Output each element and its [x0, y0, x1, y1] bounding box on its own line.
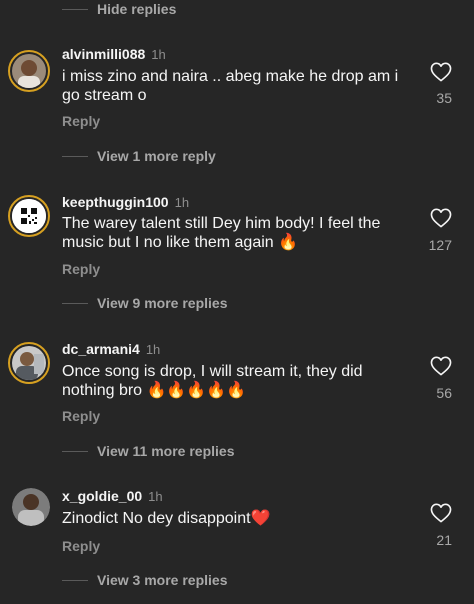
comment-time: 1h: [148, 489, 163, 504]
comment-text: The warey talent still Dey him body! I f…: [62, 215, 381, 251]
comment-text: Zinodict No dey disappoint❤️: [62, 510, 271, 527]
comment-text: Once song is drop, I will stream it, the…: [62, 363, 363, 399]
comment-time: 1h: [174, 195, 190, 210]
comment-username[interactable]: dc_armani4: [62, 341, 140, 357]
comment-time: 1h: [151, 47, 166, 62]
reply-button[interactable]: Reply: [62, 113, 100, 129]
heart-outline-icon[interactable]: [430, 503, 452, 523]
heart-outline-icon[interactable]: [430, 208, 452, 228]
comment-username[interactable]: x_goldie_00: [62, 488, 142, 504]
reply-button[interactable]: Reply: [62, 408, 100, 424]
reply-button[interactable]: Reply: [62, 261, 100, 277]
like-count: 35: [436, 90, 452, 106]
heart-outline-icon[interactable]: [430, 356, 452, 376]
view-more-replies-label: View 9 more replies: [97, 295, 228, 311]
comment-text: i miss zino and naira .. abeg make he dr…: [62, 68, 399, 104]
view-more-replies-label: View 3 more replies: [97, 572, 228, 588]
view-more-replies-button[interactable]: View 3 more replies: [62, 571, 227, 589]
comment-username[interactable]: keepthuggin100: [62, 194, 169, 210]
avatar-image: [12, 199, 46, 233]
avatar-image: [12, 346, 46, 380]
hide-replies-label: Hide replies: [97, 1, 177, 17]
heart-outline-icon[interactable]: [430, 62, 452, 82]
avatar-image: [12, 54, 46, 88]
thread-line: [62, 8, 88, 10]
view-more-replies-button[interactable]: View 1 more reply: [62, 147, 216, 165]
comment-username[interactable]: alvinmilli088: [62, 46, 145, 62]
view-more-replies-label: View 11 more replies: [97, 443, 235, 459]
like-count: 127: [428, 237, 452, 253]
comment-time: 1h: [145, 342, 161, 357]
avatar[interactable]: [8, 50, 50, 92]
avatar[interactable]: [8, 195, 50, 237]
view-more-replies-button[interactable]: View 9 more replies: [62, 294, 227, 312]
avatar[interactable]: [8, 342, 50, 384]
view-more-replies-button[interactable]: View 11 more replies: [62, 442, 235, 460]
like-count: 21: [436, 532, 452, 548]
like-count: 56: [436, 385, 452, 401]
hide-replies-button[interactable]: Hide replies: [62, 0, 176, 18]
view-more-replies-label: View 1 more reply: [97, 148, 216, 164]
reply-button[interactable]: Reply: [62, 538, 100, 554]
avatar[interactable]: [12, 488, 50, 526]
avatar-image: [12, 488, 50, 526]
